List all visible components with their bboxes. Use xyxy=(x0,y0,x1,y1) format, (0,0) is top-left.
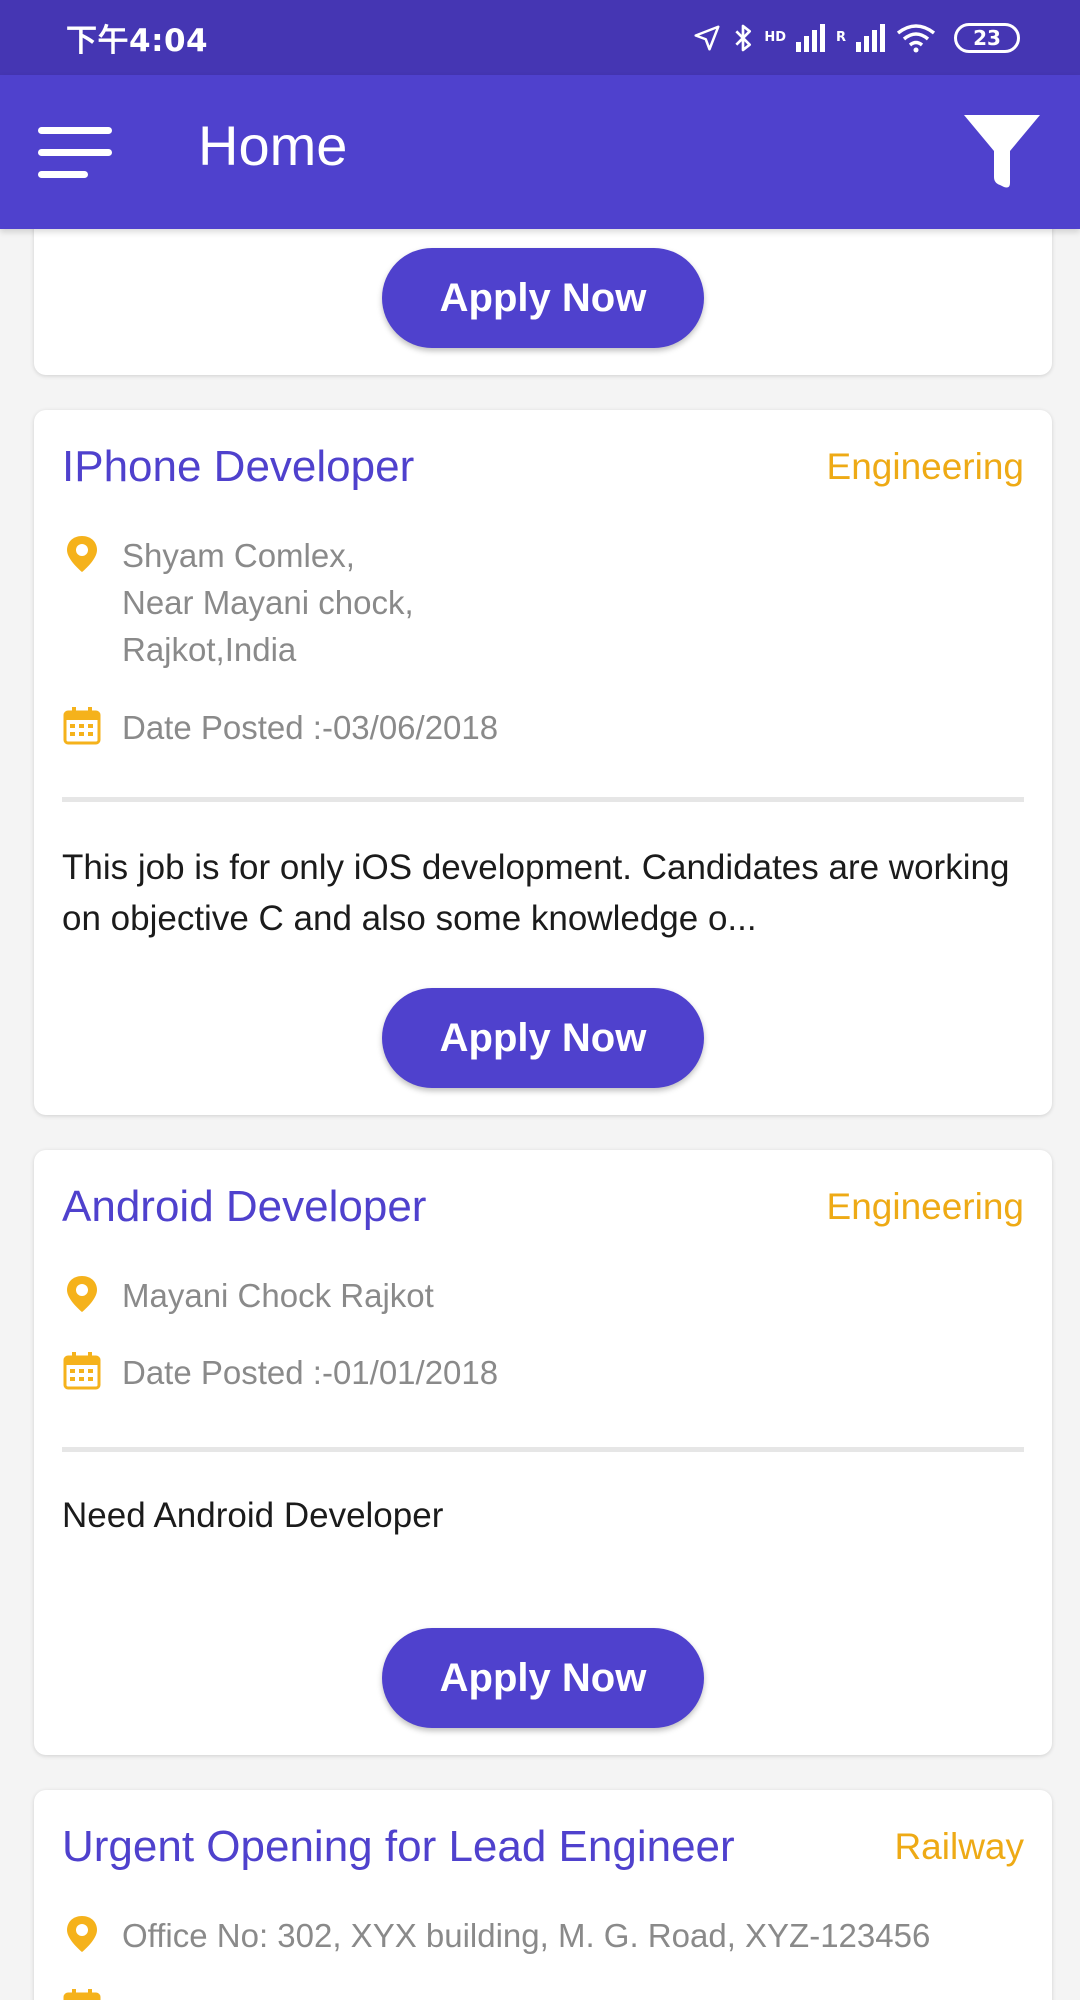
job-card: Urgent Opening for Lead Engineer Railway… xyxy=(34,1790,1052,2000)
job-location: Office No: 302, XYX building, M. G. Road… xyxy=(122,1917,931,1954)
location-row: Shyam Comlex, Near Mayani chock, Rajkot,… xyxy=(62,532,414,673)
job-description: This job is for only iOS development. Ca… xyxy=(62,848,1010,938)
date-row: Date Posted :-03/06/2018 xyxy=(62,704,498,751)
status-time: 下午4:04 xyxy=(66,23,209,59)
job-category: Railway xyxy=(894,1826,1024,1867)
date-posted: Date Posted :-01/01/2018 xyxy=(122,1354,499,1391)
filter-funnel-icon[interactable] xyxy=(962,113,1042,191)
job-card: IPhone Developer Engineering Shyam Comle… xyxy=(34,410,1052,1115)
battery-indicator: 23 xyxy=(954,22,1020,53)
calendar-icon xyxy=(63,1352,101,1390)
bluetooth-icon xyxy=(735,24,752,51)
network-type-label: HD xyxy=(764,30,786,45)
date-row: Date Posted :-01/01/2018 xyxy=(62,1349,498,1396)
apply-now-button[interactable]: Apply Now xyxy=(382,1628,704,1728)
location-row: Mayani Chock Rajkot xyxy=(62,1272,434,1319)
divider xyxy=(62,797,1024,802)
roaming-label: R xyxy=(835,30,846,45)
job-location: Shyam Comlex, Near Mayani chock, Rajkot,… xyxy=(122,537,414,668)
job-title[interactable]: Urgent Opening for Lead Engineer xyxy=(62,1822,735,1872)
location-row: Office No: 302, XYX building, M. G. Road… xyxy=(62,1912,930,1959)
calendar-icon xyxy=(63,1989,101,2000)
job-title[interactable]: IPhone Developer xyxy=(62,442,414,492)
location-pin-icon xyxy=(67,536,97,572)
calendar-icon xyxy=(63,707,101,745)
app-bar: Home xyxy=(0,75,1080,229)
job-card: Android Developer Engineering Mayani Cho… xyxy=(34,1150,1052,1755)
job-location: Mayani Chock Rajkot xyxy=(122,1277,434,1314)
signal-icon-2 xyxy=(856,23,885,52)
apply-now-button[interactable]: Apply Now xyxy=(382,988,704,1088)
date-row xyxy=(62,1986,122,2000)
location-pin-icon xyxy=(67,1276,97,1312)
apply-now-button[interactable]: Apply Now xyxy=(382,248,704,348)
job-category: Engineering xyxy=(826,1186,1024,1227)
status-bar: 下午4:04 HD R 23 xyxy=(0,0,1080,75)
page-title: Home xyxy=(198,114,348,177)
hamburger-menu-icon[interactable] xyxy=(38,127,112,179)
wifi-icon xyxy=(896,23,936,52)
date-posted: Date Posted :-03/06/2018 xyxy=(122,709,499,746)
job-description: Need Android Developer xyxy=(62,1496,444,1535)
job-category: Engineering xyxy=(826,446,1024,487)
job-title[interactable]: Android Developer xyxy=(62,1182,426,1232)
signal-icon xyxy=(795,23,825,52)
location-arrow-icon xyxy=(694,25,720,50)
location-pin-icon xyxy=(67,1916,97,1952)
status-icons: HD R 23 xyxy=(692,22,1020,54)
divider xyxy=(62,1447,1024,1452)
